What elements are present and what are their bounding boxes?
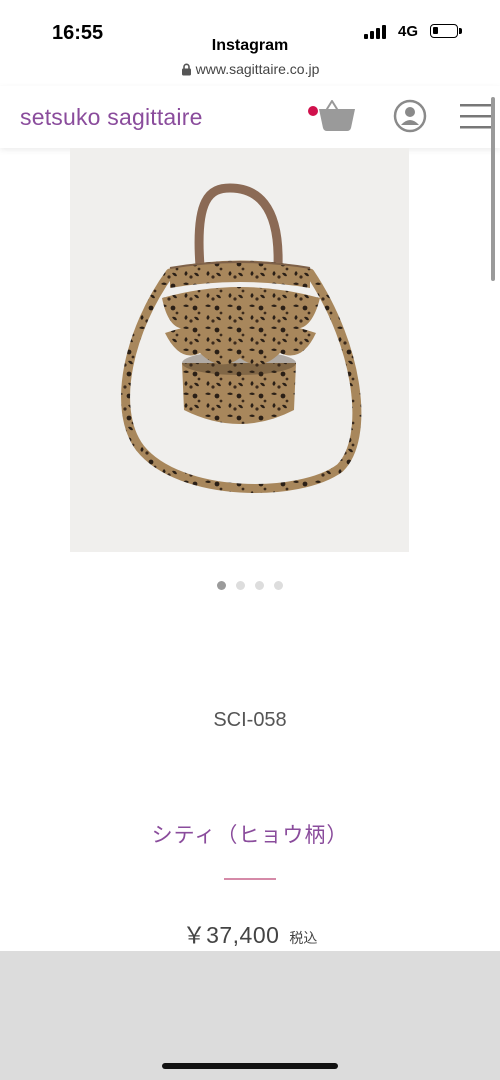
carousel-dot[interactable] — [217, 581, 226, 590]
site-header: setsuko sagittaire — [0, 86, 500, 148]
leopard-bucket-bag-image — [121, 183, 362, 493]
tax-label: 税込 — [289, 930, 318, 946]
product-price: ￥37,400 — [182, 922, 280, 948]
product-image[interactable] — [70, 148, 409, 552]
network-type: 4G — [398, 23, 419, 40]
carousel-dot[interactable] — [255, 581, 264, 590]
carousel-dot[interactable] — [236, 581, 245, 590]
url-text: www.sagittaire.co.jp — [195, 61, 320, 77]
carousel-dots[interactable] — [0, 581, 500, 590]
carousel-dot[interactable] — [274, 581, 283, 590]
product-name: シティ（ヒョウ柄） — [151, 824, 349, 847]
battery-level — [433, 27, 438, 34]
battery-icon — [430, 24, 462, 38]
title-divider — [224, 878, 276, 880]
home-indicator[interactable] — [162, 1063, 338, 1069]
back-to-app-label[interactable]: Instagram — [0, 37, 500, 55]
status-bar: 16:55 Instagram www.sagittaire.co.jp 4G — [0, 0, 500, 86]
account-icon[interactable] — [392, 98, 428, 134]
browser-bottom-area — [0, 951, 500, 1080]
cellular-signal-icon — [364, 25, 386, 39]
url-bar[interactable]: www.sagittaire.co.jp — [0, 61, 500, 79]
page-scrollbar[interactable] — [491, 97, 495, 281]
cart-indicator-dot — [308, 106, 318, 116]
price-row: ￥37,400 税込 — [0, 916, 500, 950]
product-code: SCI-058 — [213, 709, 287, 731]
lock-icon — [181, 63, 192, 79]
brand-logo[interactable]: setsuko sagittaire — [20, 104, 203, 131]
basket-icon[interactable] — [305, 98, 357, 134]
hamburger-menu-icon[interactable] — [458, 100, 494, 132]
